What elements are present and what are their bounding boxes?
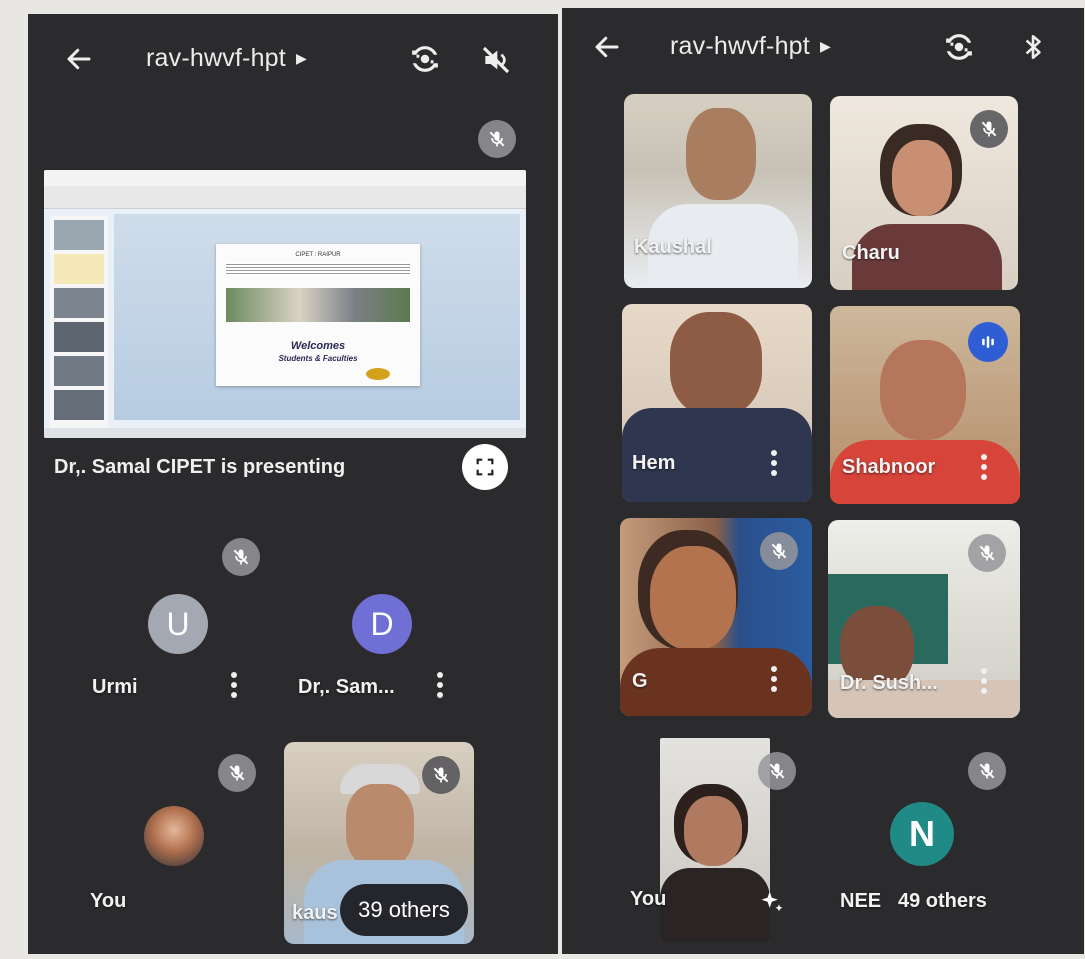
avatar-dr-samal: D — [352, 594, 412, 654]
participant-video-tile[interactable]: G — [620, 518, 812, 716]
shared-screen[interactable]: CIPET : RAIPUR Welcomes Students & Facul… — [44, 170, 526, 438]
slide-content: CIPET : RAIPUR Welcomes Students & Facul… — [216, 244, 420, 386]
participant-name: Dr,. Sam... — [298, 676, 395, 698]
ppt-ribbon — [44, 170, 526, 187]
left-meeting-screen: rav-hwvf-hpt ▶ CIPET: RAIPUR Welcomes S… — [28, 14, 558, 954]
participant-video-tile[interactable]: Kaushal — [624, 94, 812, 288]
avatar-urmi: U — [148, 594, 208, 654]
avatar-nee[interactable]: N — [890, 802, 954, 866]
mic-off-icon — [979, 763, 995, 779]
avatar-initial: U — [166, 605, 190, 642]
face — [892, 140, 952, 216]
mic-off-icon — [489, 131, 505, 147]
meeting-top-bar: rav-hwvf-hpt ▶ — [28, 14, 558, 104]
meeting-code-button[interactable]: rav-hwvf-hpt ▶ — [146, 44, 307, 73]
sparkle-icon[interactable] — [758, 888, 786, 916]
mic-off-icon — [769, 763, 785, 779]
participant-name: NEE — [840, 890, 882, 912]
participant-name: Hem — [632, 452, 676, 474]
arrow-left-icon[interactable] — [64, 44, 94, 74]
face — [650, 546, 736, 650]
meeting-top-bar: rav-hwvf-hpt ▶ — [562, 8, 1084, 98]
participant-name: Shabnoor — [842, 456, 936, 478]
avatar-initial: N — [909, 813, 935, 854]
participant-name: G — [632, 670, 648, 692]
participant-name: Dr. Sush... — [840, 672, 938, 694]
fullscreen-button[interactable] — [462, 444, 508, 490]
mic-off-badge — [970, 110, 1008, 148]
mic-off-icon — [981, 121, 997, 137]
participant-video-tile[interactable]: Dr. Sush... — [828, 520, 1020, 718]
top — [660, 868, 770, 942]
participant-video-tile[interactable]: Charu — [830, 96, 1018, 290]
more-options-button[interactable] — [230, 672, 238, 702]
slide-header: CIPET : RAIPUR — [295, 252, 341, 258]
slide-thumbnails — [50, 216, 108, 428]
participant-name: Charu — [842, 242, 900, 264]
meeting-code: rav-hwvf-hpt — [146, 44, 286, 72]
mic-off-icon — [229, 765, 245, 781]
others-label[interactable]: 49 others — [898, 890, 987, 913]
caret-right-icon: ▶ — [819, 38, 831, 54]
arrow-left-icon[interactable] — [592, 32, 622, 62]
face — [686, 108, 756, 200]
caret-right-icon: ▶ — [295, 50, 307, 66]
fullscreen-icon — [476, 458, 494, 476]
more-options-button[interactable] — [980, 454, 988, 484]
participant-name: Urmi — [92, 676, 138, 698]
meeting-code-button[interactable]: rav-hwvf-hpt ▶ — [670, 32, 831, 61]
campus-photo — [226, 288, 410, 322]
more-options-button[interactable] — [980, 668, 988, 698]
mic-off-badge — [968, 534, 1006, 572]
mic-off-badge — [758, 752, 796, 790]
participant-name: kaus — [292, 902, 338, 924]
others-count-pill[interactable]: 39 others — [340, 884, 468, 936]
camera-flip-icon[interactable] — [408, 42, 442, 76]
self-avatar — [144, 806, 204, 866]
camera-flip-icon[interactable] — [942, 30, 976, 64]
mic-off-badge — [218, 754, 256, 792]
mic-off-icon — [233, 549, 249, 565]
slide-text-lines — [226, 262, 410, 276]
mic-off-badge — [222, 538, 260, 576]
face — [346, 784, 414, 868]
mic-off-badge — [422, 756, 460, 794]
ppt-status-bar — [44, 428, 526, 438]
mic-off-icon — [979, 545, 995, 561]
slide-welcome: Welcomes — [290, 340, 346, 352]
speaker-muted-icon[interactable] — [480, 44, 512, 76]
slide-subtitle: Students & Faculties — [278, 354, 358, 363]
face — [684, 796, 742, 866]
self-video-tile[interactable] — [660, 738, 770, 942]
slide-logo — [366, 368, 390, 380]
mic-off-icon — [771, 543, 787, 559]
audio-level-icon — [982, 336, 994, 348]
face — [670, 312, 762, 416]
more-options-button[interactable] — [770, 666, 778, 696]
right-meeting-screen: rav-hwvf-hpt ▶ Kaushal Charu Hem Shabnoo… — [562, 8, 1084, 954]
presenting-label: Dr,. Samal CIPET is presenting — [54, 456, 346, 478]
self-name: You — [630, 888, 667, 910]
bluetooth-icon[interactable] — [1020, 32, 1046, 62]
mic-off-badge — [968, 752, 1006, 790]
avatar-initial: D — [370, 605, 394, 642]
ppt-toolbar — [44, 186, 526, 209]
others-label: 39 others — [358, 897, 450, 922]
mic-off-badge — [478, 120, 516, 158]
meeting-code: rav-hwvf-hpt — [670, 32, 810, 60]
more-options-button[interactable] — [770, 450, 778, 480]
self-name: You — [90, 890, 127, 912]
mic-off-badge — [760, 532, 798, 570]
participant-video-tile[interactable]: Shabnoor — [830, 306, 1020, 504]
mic-off-icon — [433, 767, 449, 783]
participant-video-tile[interactable]: Hem — [622, 304, 812, 502]
participant-name: Kaushal — [634, 236, 712, 258]
saree — [620, 648, 812, 716]
more-options-button[interactable] — [436, 672, 444, 702]
face — [880, 340, 966, 440]
speaking-indicator — [968, 322, 1008, 362]
